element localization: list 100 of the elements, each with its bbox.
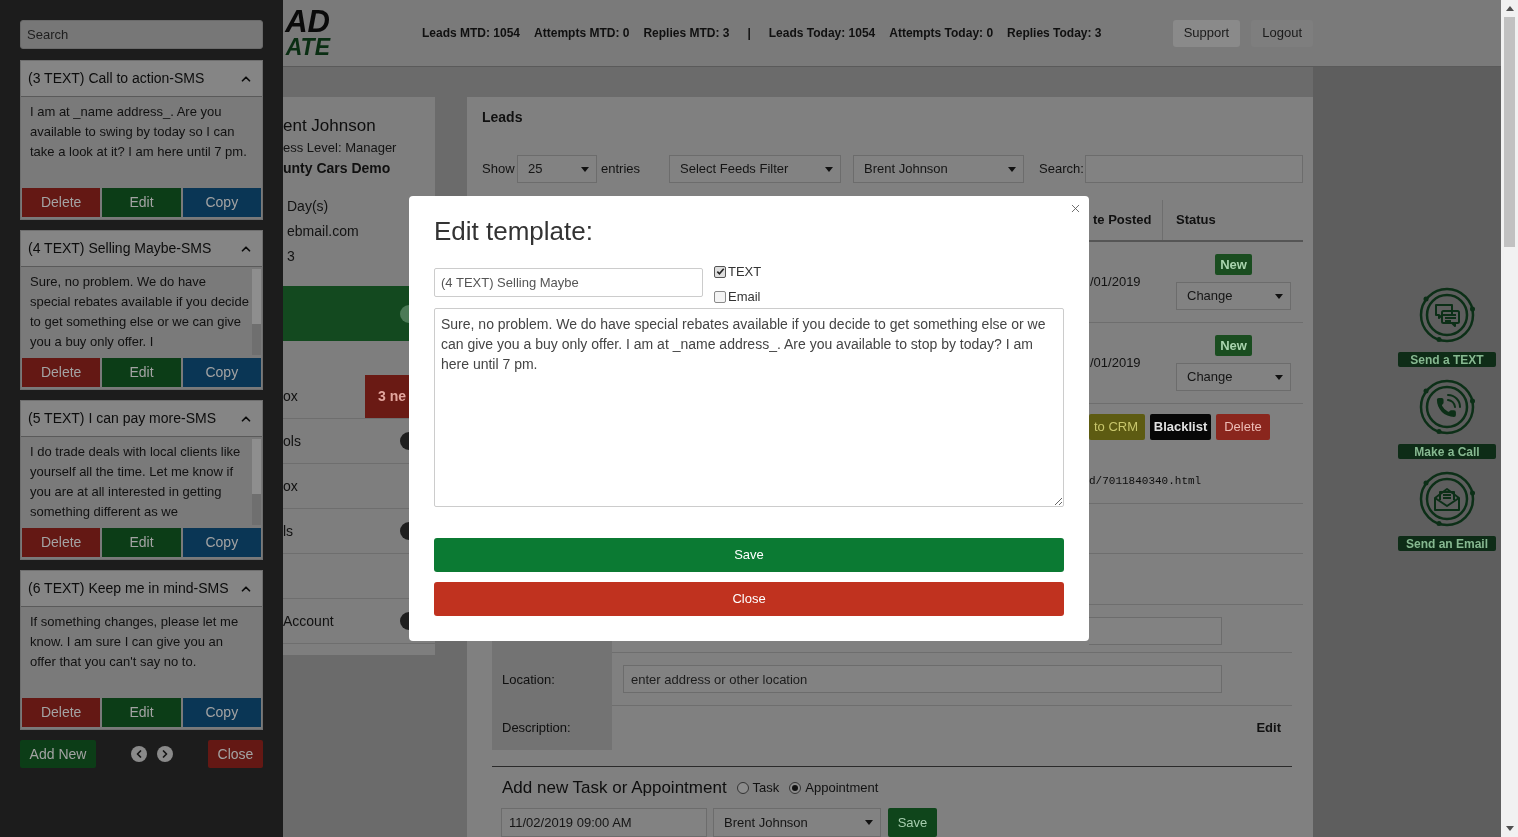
caret-icon (1008, 166, 1016, 172)
card-action-button[interactable]: Edit (102, 528, 181, 557)
card-action-button[interactable]: Delete (22, 188, 101, 217)
close-button[interactable]: Close (208, 740, 263, 768)
arrow-up-icon[interactable] (1505, 6, 1514, 11)
caret-icon (1275, 374, 1283, 380)
caret-icon (825, 166, 833, 172)
card-header[interactable]: (3 TEXT) Call to action-SMS (21, 61, 262, 97)
column-header: te Posted (1093, 211, 1152, 230)
template-name-field[interactable]: (4 TEXT) Selling Maybe (434, 268, 703, 297)
card-action-button[interactable]: Copy (182, 358, 261, 387)
search-label: Search: (1039, 160, 1085, 179)
dialog-button[interactable]: Close (434, 582, 1064, 616)
card-action-button[interactable]: Copy (182, 698, 261, 727)
message-field[interactable]: Sure, no problem. We do have special rebates available if you decide to get something else or we can give you a buy only offer. I am at _name address_. Are you available to stop by today? I am here until 7 pm. (434, 308, 1064, 507)
template-title: (3 TEXT) Call to action-SMS (28, 69, 205, 88)
template-title: (6 TEXT) Keep me in mind-SMS (28, 579, 229, 598)
save-button[interactable]: Save (888, 808, 937, 837)
quick-action-button[interactable]: Send an Email (1398, 536, 1496, 551)
caret-icon (865, 820, 873, 825)
profile-detail: 3 (287, 247, 296, 266)
logo-text: AD (285, 8, 330, 36)
header-button[interactable]: Logout (1251, 19, 1313, 47)
profile-name: ent Johnson (283, 115, 377, 137)
add-new-button[interactable]: Add New (20, 740, 96, 768)
logo-text: ATE (285, 36, 330, 58)
location-field[interactable]: enter address or other location (623, 665, 1222, 693)
status-badge: New (1215, 335, 1252, 356)
next-button[interactable] (157, 746, 173, 762)
input-field[interactable] (1089, 617, 1222, 645)
count-badge: 3 ne (365, 374, 409, 418)
card-action-button[interactable]: Delete (22, 698, 101, 727)
table-cell-text: /01/2019 (1090, 354, 1141, 373)
entries-label: entries (601, 160, 642, 179)
checkbox-label: TEXT (728, 262, 762, 281)
lead-action-button[interactable]: Delete (1216, 414, 1270, 440)
menu-item[interactable]: ols (283, 430, 301, 452)
card-action-button[interactable]: Delete (22, 528, 101, 557)
edit-link[interactable]: Edit (1256, 718, 1281, 738)
scrollbar-thumb[interactable] (1504, 17, 1515, 247)
checkbox-label: Email (728, 287, 761, 306)
menu-item[interactable]: ox (283, 385, 298, 407)
card-action-button[interactable]: Edit (102, 358, 181, 387)
assignee-select[interactable]: Brent Johnson (713, 808, 881, 837)
section-title: Add new Task or Appointment (502, 777, 727, 800)
field-label: Description: (502, 719, 571, 738)
card-header[interactable]: (5 TEXT) I can pay more-SMS (21, 401, 262, 437)
template-text: Sure, no problem. We do have special rebates available if you decide to get something else or we can give you a buy only offer. I (30, 273, 250, 351)
radio-button[interactable] (789, 782, 802, 794)
template-title: (4 TEXT) Selling Maybe-SMS (28, 239, 212, 258)
stat-text: Replies Today: 3 (1007, 25, 1102, 42)
menu-item[interactable]: ls (283, 520, 294, 542)
radio-button[interactable] (736, 782, 749, 794)
feeds-filter-select[interactable]: Select Feeds Filter (669, 155, 841, 183)
lead-action-button[interactable]: Blacklist (1150, 414, 1211, 440)
scrollbar[interactable] (252, 439, 261, 525)
card-header[interactable]: (4 TEXT) Selling Maybe-SMS (21, 231, 262, 267)
quick-action-button[interactable]: Send a TEXT (1398, 352, 1496, 367)
table-cell-text: /01/2019 (1090, 273, 1141, 292)
radio-label: Appointment (805, 779, 879, 798)
card-action-button[interactable]: Delete (22, 358, 101, 387)
header-button[interactable]: Support (1172, 19, 1241, 47)
previous-button[interactable] (131, 746, 147, 762)
card-action-button[interactable]: Edit (102, 698, 181, 727)
link-text[interactable]: d/7011840340.html (1089, 475, 1202, 487)
checkbox[interactable] (714, 265, 726, 278)
card-action-button[interactable]: Copy (182, 188, 261, 217)
quick-action-button[interactable]: Make a Call (1398, 444, 1496, 459)
separator-text: | (746, 25, 752, 42)
dialog-button[interactable]: Save (434, 538, 1064, 572)
column-header: Status (1176, 211, 1216, 230)
access-level-text: ess Level: Manager (283, 139, 398, 157)
template-title: (5 TEXT) I can pay more-SMS (28, 409, 216, 428)
lead-action-button[interactable]: to CRM (1089, 414, 1145, 440)
page-size-select[interactable]: 25 (517, 155, 597, 183)
card-action-button[interactable]: Copy (182, 528, 261, 557)
card-header[interactable]: (6 TEXT) Keep me in mind-SMS (21, 571, 262, 607)
menu-item[interactable]: ox (283, 475, 298, 497)
arrow-down-icon[interactable] (1505, 826, 1514, 831)
scrollbar[interactable] (252, 269, 261, 355)
caret-icon (581, 166, 589, 172)
card-action-button[interactable]: Edit (102, 188, 181, 217)
status-select[interactable]: Change (1176, 363, 1291, 391)
menu-item[interactable]: Account (283, 610, 334, 632)
field-label: Location: (502, 670, 555, 689)
profile-detail: ebmail.com (287, 222, 360, 241)
date-field[interactable]: 11/02/2019 09:00 AM (501, 808, 707, 837)
search-field[interactable]: Search (20, 20, 263, 49)
profile-detail: Day(s) (287, 197, 330, 216)
user-select[interactable]: Brent Johnson (853, 155, 1024, 183)
caret-icon (1275, 293, 1283, 299)
checkbox[interactable] (714, 290, 726, 303)
show-label: Show (482, 160, 516, 179)
status-select[interactable]: Change (1176, 282, 1291, 310)
status-badge: New (1215, 254, 1252, 275)
stat-text: Leads MTD: 1054 (422, 25, 521, 42)
stat-text: Leads Today: 1054 (768, 25, 876, 42)
template-text: I am at _name address_. Are you available to swing by today so I can take a look at it? I am here until 7 pm. (30, 103, 248, 161)
template-text: If something changes, please let me know. I am sure I can give you an offer that you can't say no to. (30, 613, 240, 671)
template-text: I do trade deals with local clients like yourself all the time. Let me know if you are at all interested in getting something different as we (30, 443, 242, 521)
